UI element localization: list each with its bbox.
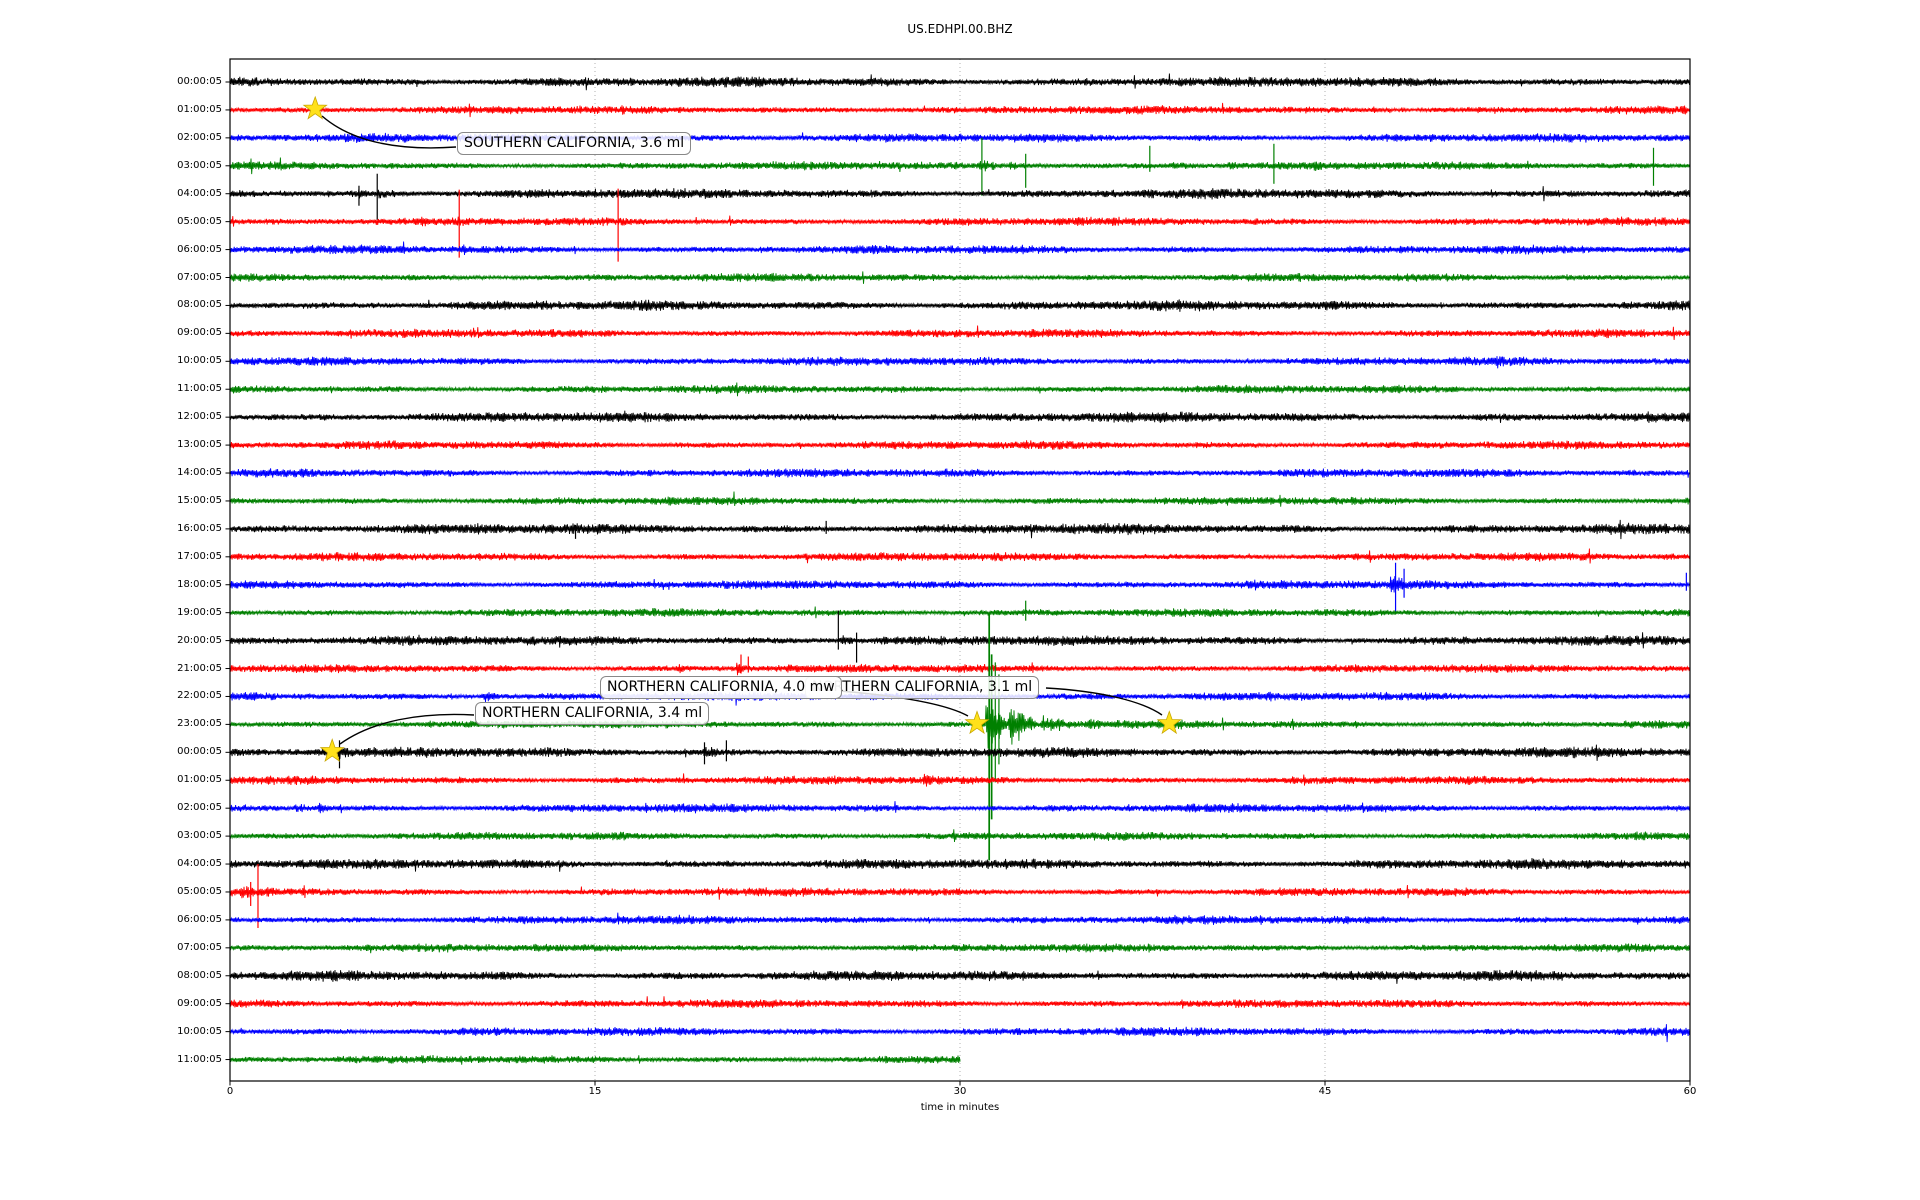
trace-01:00:05-1 [229, 102, 1690, 118]
trace-19:00:05-19 [229, 606, 1690, 619]
seismogram-figure: US.EDHPI.00.BHZ 00:00:05 01:00:05 02:00:05… [0, 0, 1920, 1200]
trace-18:00:05-18 [229, 576, 1690, 593]
y-tick-label: 05:00:05 [177, 885, 222, 897]
y-tick-label: 01:00:05 [177, 103, 222, 115]
y-tick-label: 10:00:05 [177, 355, 222, 367]
y-tick-label: 12:00:05 [177, 411, 222, 423]
y-tick-label: 21:00:05 [177, 662, 222, 674]
event-label: SOUTHERN CALIFORNIA, 3.6 ml [457, 132, 692, 155]
trace-04:00:05-28 [229, 857, 1690, 872]
event-label: NORTHERN CALIFORNIA, 4.0 mw [600, 676, 842, 699]
trace-08:00:05-32 [229, 969, 1690, 984]
x-tick-label: 30 [953, 1086, 967, 1097]
trace-21:00:05-21 [229, 662, 1690, 676]
y-tick-label: 03:00:05 [177, 830, 222, 842]
y-tick-label: 11:00:05 [177, 383, 222, 395]
trace-05:00:05-5 [229, 215, 1690, 227]
y-tick-label: 06:00:05 [177, 243, 222, 255]
y-tick-label: 16:00:05 [177, 522, 222, 534]
y-tick-label: 09:00:05 [177, 327, 222, 339]
trace-10:00:05-10 [229, 356, 1690, 369]
y-tick-label: 11:00:05 [177, 1053, 222, 1065]
annotation-arrow [339, 713, 475, 745]
y-tick-label: 04:00:05 [177, 187, 222, 199]
trace-02:00:05-2 [229, 132, 1690, 144]
y-tick-label: 04:00:05 [177, 858, 222, 870]
y-tick-label: 06:00:05 [177, 913, 222, 925]
y-tick-label: 03:00:05 [177, 159, 222, 171]
x-tick-label: 60 [1683, 1086, 1697, 1097]
trace-11:00:05-11 [229, 382, 1690, 397]
y-tick-label: 09:00:05 [177, 997, 222, 1009]
y-tick-label: 02:00:05 [177, 131, 222, 143]
y-tick-label: 17:00:05 [177, 550, 222, 562]
trace-14:00:05-14 [229, 468, 1690, 478]
y-tick-label: 14:00:05 [177, 467, 222, 479]
y-tick-label: 00:00:05 [177, 746, 222, 758]
x-tick-label: 0 [226, 1086, 234, 1097]
y-tick-label: 13:00:05 [177, 439, 222, 451]
y-tick-label: 07:00:05 [177, 271, 222, 283]
y-tick-label: 23:00:05 [177, 718, 222, 730]
trace-20:00:05-20 [229, 632, 1690, 649]
y-tick-label: 22:00:05 [177, 690, 222, 702]
y-tick-label: 07:00:05 [177, 941, 222, 953]
annotation-arrow [321, 115, 457, 149]
y-tick-label: 15:00:05 [177, 494, 222, 506]
trace-04:00:05-4 [229, 186, 1690, 202]
y-tick-label: 10:00:05 [177, 1025, 222, 1037]
trace-17:00:05-17 [229, 548, 1690, 564]
trace-07:00:05-7 [229, 271, 1690, 284]
annotation-arrow [1045, 687, 1163, 716]
y-tick-label: 08:00:05 [177, 969, 222, 981]
y-tick-label: 01:00:05 [177, 774, 222, 786]
y-tick-label: 00:00:05 [177, 76, 222, 87]
event-label: NORTHERN CALIFORNIA, 3.4 ml [475, 702, 710, 725]
seismogram-canvas [225, 58, 1691, 1086]
y-tick-label: 02:00:05 [177, 802, 222, 814]
y-tick-label: 05:00:05 [177, 215, 222, 227]
y-tick-label: 18:00:05 [177, 578, 222, 590]
event-star-icon [964, 710, 990, 735]
trace-13:00:05-13 [229, 440, 1690, 450]
x-tick-label: 45 [1318, 1086, 1332, 1097]
y-tick-label: 19:00:05 [177, 606, 222, 618]
x-tick-label: 15 [588, 1086, 602, 1097]
event-star-icon [302, 95, 328, 120]
trace-16:00:05-16 [229, 519, 1690, 540]
x-axis-title: time in minutes [920, 1102, 1000, 1113]
y-tick-label: 20:00:05 [177, 634, 222, 646]
trace-12:00:05-12 [229, 410, 1690, 424]
trace-09:00:05-33 [229, 996, 1690, 1009]
y-tick-label: 08:00:05 [177, 299, 222, 311]
trace-08:00:05-8 [229, 299, 1690, 312]
